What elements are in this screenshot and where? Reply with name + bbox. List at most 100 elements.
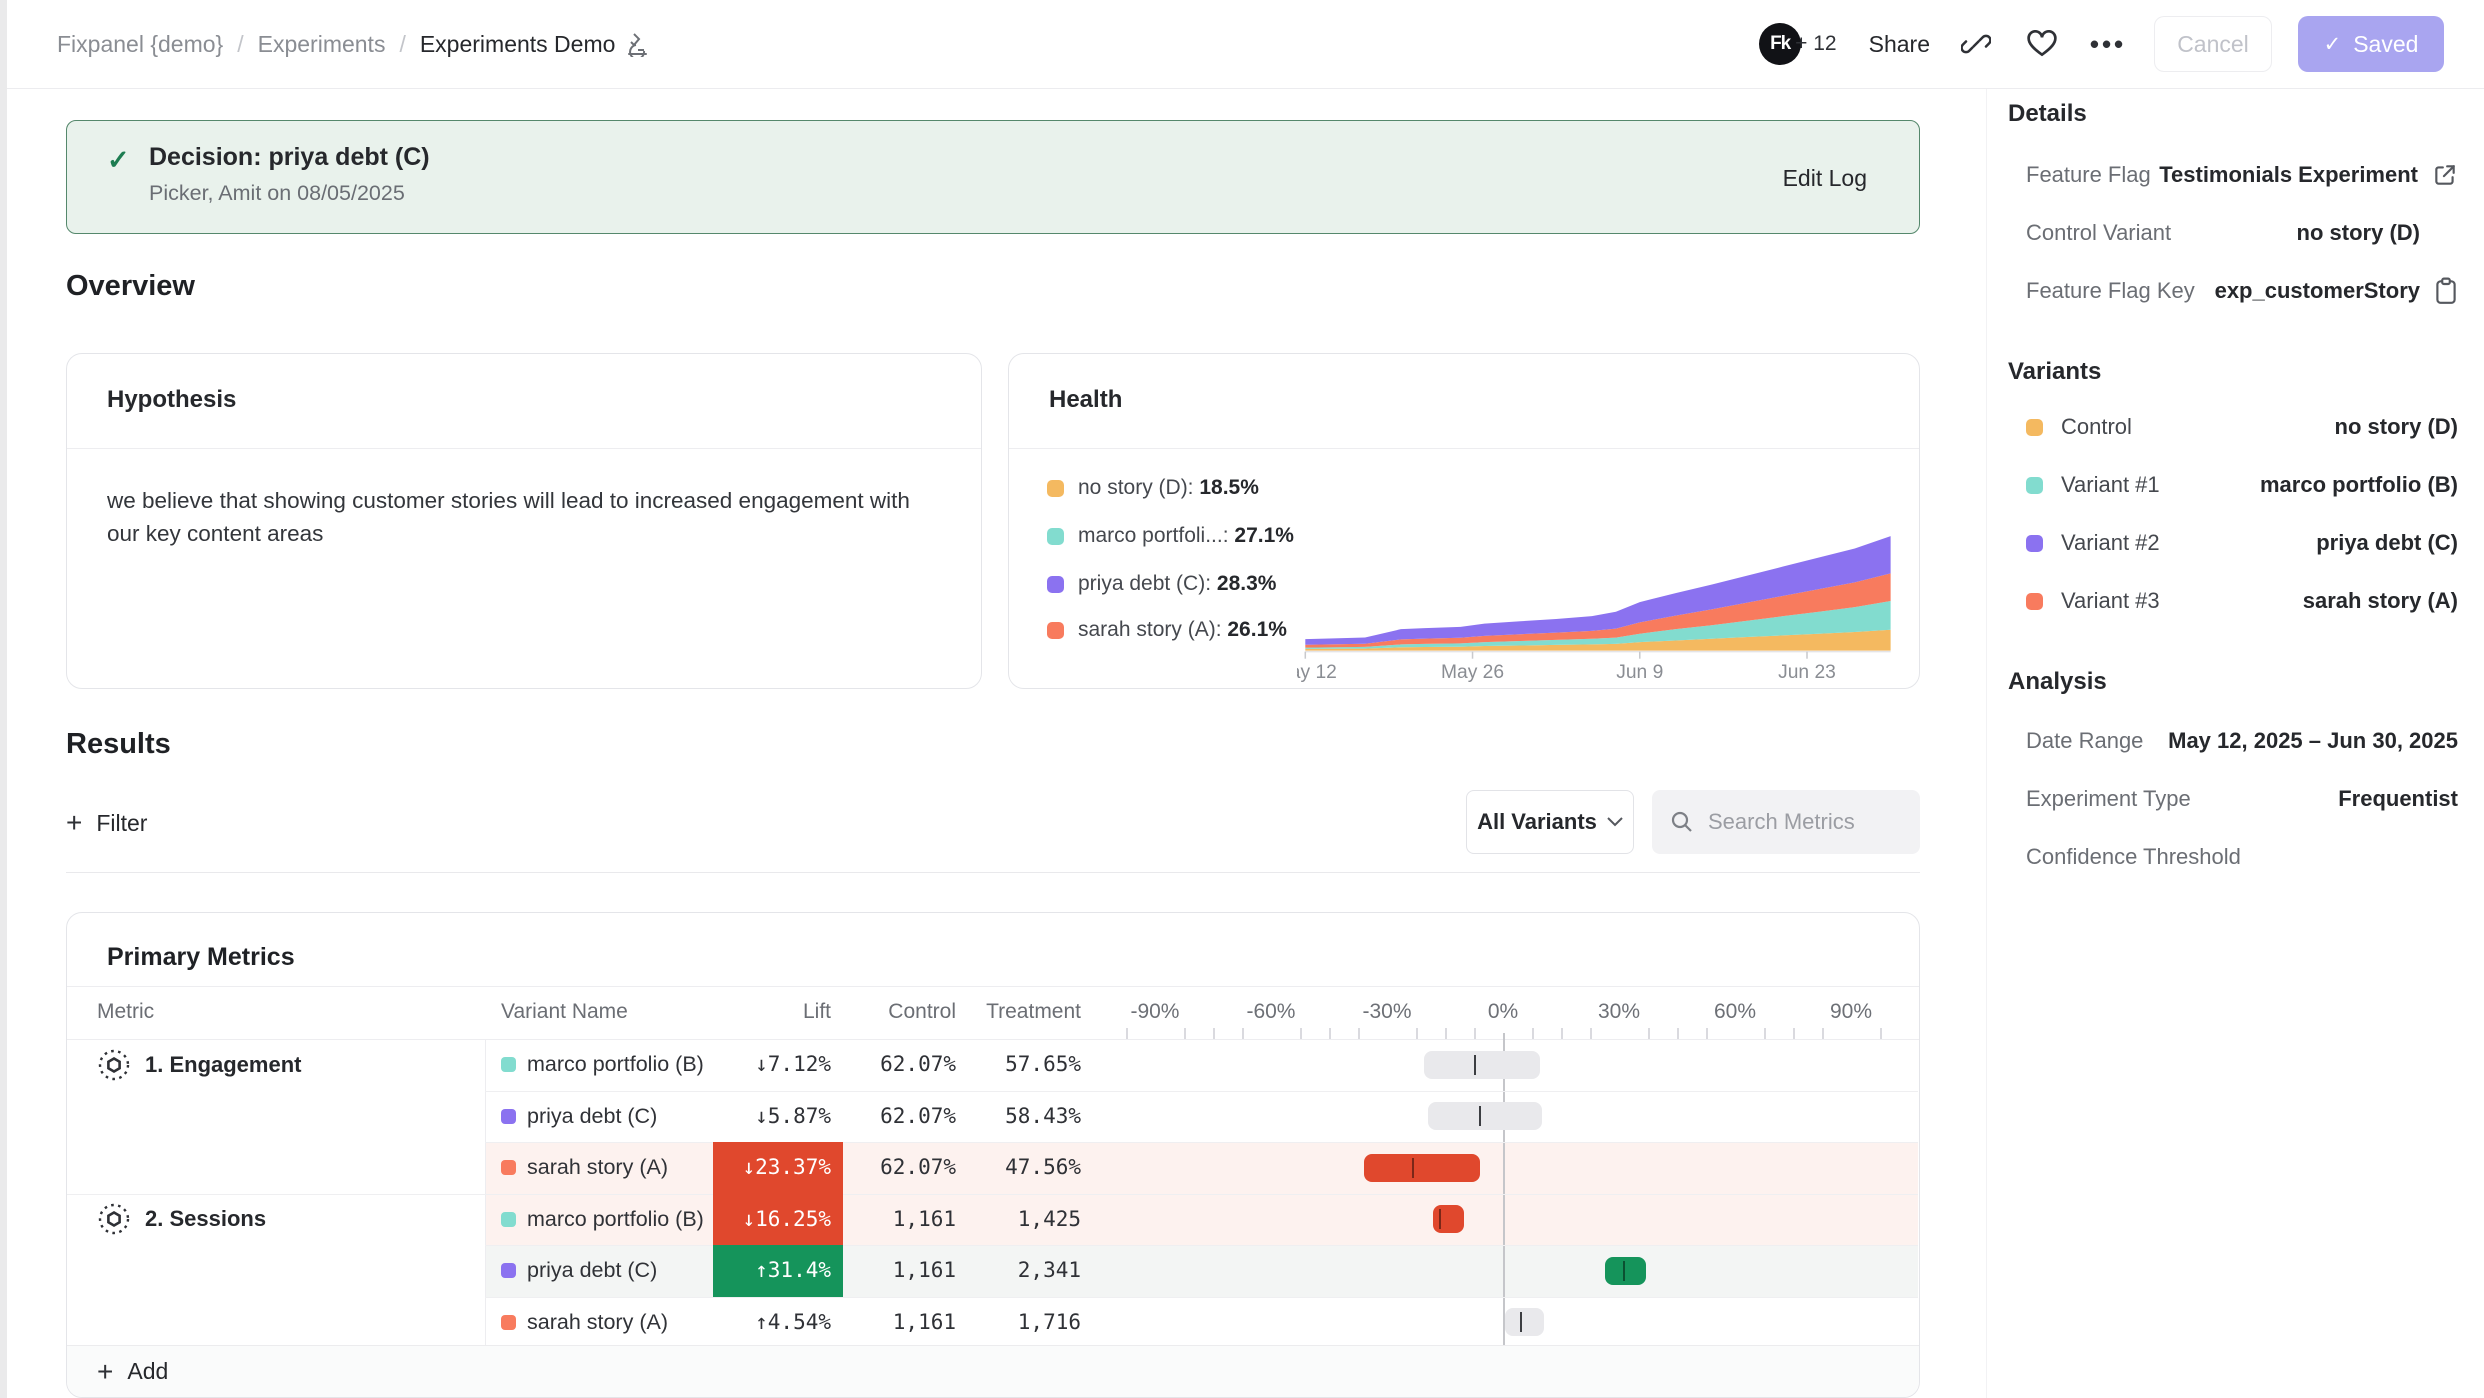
variant-value: sarah story (A) <box>2303 588 2458 614</box>
decision-banner: ✓ Decision: priya debt (C) Picker, Amit … <box>66 120 1920 234</box>
variant-name: sarah story (A) <box>527 1142 668 1194</box>
ci-median-line <box>1520 1312 1522 1332</box>
treatment-value: 57.65% <box>921 1039 1081 1091</box>
health-legend-item: marco portfoli...: 27.1% <box>1047 524 1294 548</box>
breadcrumb-separator: / <box>399 31 405 58</box>
health-legend-item: sarah story (A): 26.1% <box>1047 618 1287 642</box>
variant-value: priya debt (C) <box>2316 530 2458 556</box>
add-filter-button[interactable]: + Filter <box>66 790 147 856</box>
breadcrumb-label: Fixpanel {demo} <box>57 31 223 57</box>
legend-label: priya debt (C): 28.3% <box>1078 572 1276 596</box>
ci-median-line <box>1439 1209 1441 1229</box>
breadcrumb-item-fixpanel-demo-[interactable]: Fixpanel {demo} <box>57 31 223 58</box>
details-value[interactable]: no story (D) <box>2297 220 2458 246</box>
primary-metrics-card: Primary Metrics MetricVariant NameLiftCo… <box>66 912 1920 1398</box>
axis-label-0pct: 0% <box>1458 1000 1548 1024</box>
legend-label: sarah story (A): 26.1% <box>1078 618 1287 642</box>
hypothesis-body: we believe that showing customer stories… <box>107 484 927 550</box>
variant-label: Variant #1 <box>2061 472 2160 498</box>
axis-label--60pct: -60% <box>1226 1000 1316 1024</box>
details-row-control-variant: Control Variantno story (D) <box>2026 204 2458 262</box>
metric-name-1-Engagement[interactable]: 1. Engagement <box>97 1039 301 1091</box>
microscope-icon <box>625 31 649 57</box>
divider <box>66 872 1920 873</box>
variant-row-control: Control no story (D) <box>2026 398 2458 456</box>
filter-label: Filter <box>96 810 147 837</box>
experiment-page: Fixpanel {demo}/Experiments/Experiments … <box>0 0 2484 1398</box>
metric-name-2-Sessions[interactable]: 2. Sessions <box>97 1194 266 1246</box>
ci-median-line <box>1479 1106 1481 1126</box>
decision-check-icon: ✓ <box>107 145 130 176</box>
details-row-feature-flag-key: Feature Flag Keyexp_customerStory <box>2026 262 2458 320</box>
details-value[interactable]: Testimonials Experiment <box>2159 162 2418 188</box>
results-heading: Results <box>66 728 171 761</box>
share-button[interactable]: Share <box>1869 31 1930 58</box>
hypothesis-title: Hypothesis <box>107 386 236 414</box>
health-legend-item: no story (D): 18.5% <box>1047 476 1259 500</box>
legend-color-chip <box>1047 480 1064 497</box>
legend-color-chip <box>1047 576 1064 593</box>
variant-color-chip <box>501 1160 516 1175</box>
decision-subtitle: Picker, Amit on 08/05/2025 <box>149 181 405 206</box>
search-metrics-box[interactable] <box>1652 790 1920 854</box>
column-header-treatment: Treatment <box>921 1000 1081 1024</box>
clipboard-icon[interactable] <box>2434 277 2458 305</box>
variant-value: marco portfolio (B) <box>2260 472 2458 498</box>
breadcrumb-label: Experiments <box>258 31 386 57</box>
analysis-value: Frequentist <box>2338 786 2458 812</box>
metric-label-text: 2. Sessions <box>145 1206 266 1232</box>
variant-color-chip <box>2026 535 2043 552</box>
health-card: Health no story (D): 18.5%marco portfoli… <box>1008 353 1920 689</box>
edit-log-button[interactable]: Edit Log <box>1783 121 1867 235</box>
breadcrumb-item-experiments-demo[interactable]: Experiments Demo <box>420 31 650 58</box>
variant-row-variant-1: Variant #1 marco portfolio (B) <box>2026 456 2458 514</box>
axis-label--30pct: -30% <box>1342 1000 1432 1024</box>
analysis-value: May 12, 2025 – Jun 30, 2025 <box>2168 728 2458 754</box>
divider <box>1009 448 1919 449</box>
external-link-icon[interactable] <box>2432 162 2458 188</box>
variant-color-chip <box>501 1315 516 1330</box>
variant-color-chip <box>2026 593 2043 610</box>
confidence-interval-bar <box>1433 1205 1464 1233</box>
legend-color-chip <box>1047 528 1064 545</box>
breadcrumb-item-experiments[interactable]: Experiments <box>258 31 386 58</box>
variant-color-chip <box>501 1109 516 1124</box>
collaborator-count[interactable]: + 12 <box>1795 32 1836 56</box>
variant-label: Variant #3 <box>2061 588 2160 614</box>
all-variants-label: All Variants <box>1477 809 1597 835</box>
x-axis-tick-label: May 12 <box>1297 662 1337 682</box>
analysis-row-date-range: Date RangeMay 12, 2025 – Jun 30, 2025 <box>2026 712 2458 770</box>
metric-target-icon <box>97 1048 131 1082</box>
search-icon <box>1670 810 1694 834</box>
analysis-label: Confidence Threshold <box>2026 844 2241 870</box>
x-axis-tick-label: Jun 9 <box>1616 662 1663 682</box>
variant-label: Variant #2 <box>2061 530 2160 556</box>
variant-value: no story (D) <box>2335 414 2458 440</box>
add-label: Add <box>127 1358 168 1385</box>
copy-link-icon[interactable] <box>1956 24 1996 64</box>
x-axis-tick-label: Jun 23 <box>1778 662 1836 682</box>
variant-color-chip <box>501 1057 516 1072</box>
confidence-interval-bar <box>1428 1102 1542 1130</box>
details-value[interactable]: exp_customerStory <box>2215 278 2420 304</box>
variant-color-chip <box>2026 477 2043 494</box>
treatment-value: 1,425 <box>921 1194 1081 1246</box>
confidence-interval-bar <box>1505 1308 1544 1336</box>
chevron-down-icon <box>1607 817 1623 827</box>
row-divider <box>485 1142 1918 1143</box>
details-row-feature-flag: Feature FlagTestimonials Experiment <box>2026 146 2458 204</box>
metric-label-text: 1. Engagement <box>145 1052 301 1078</box>
all-variants-dropdown[interactable]: All Variants <box>1466 790 1634 854</box>
analysis-heading: Analysis <box>2008 668 2107 696</box>
add-metric-button[interactable]: + Add <box>67 1345 1919 1397</box>
analysis-row-experiment-type: Experiment TypeFrequentist <box>2026 770 2458 828</box>
metric-target-icon <box>97 1202 131 1236</box>
table-body: 1. Engagementmarco portfolio (B)↓7.12%62… <box>67 1039 1919 1348</box>
sidebar-divider <box>1986 89 1987 1398</box>
variant-row-variant-2: Variant #2 priya debt (C) <box>2026 514 2458 572</box>
variant-label: Control <box>2061 414 2132 440</box>
decision-title: Decision: priya debt (C) <box>149 143 430 172</box>
variant-color-chip <box>501 1263 516 1278</box>
search-metrics-input[interactable] <box>1706 808 1900 836</box>
variant-name: priya debt (C) <box>527 1245 657 1297</box>
